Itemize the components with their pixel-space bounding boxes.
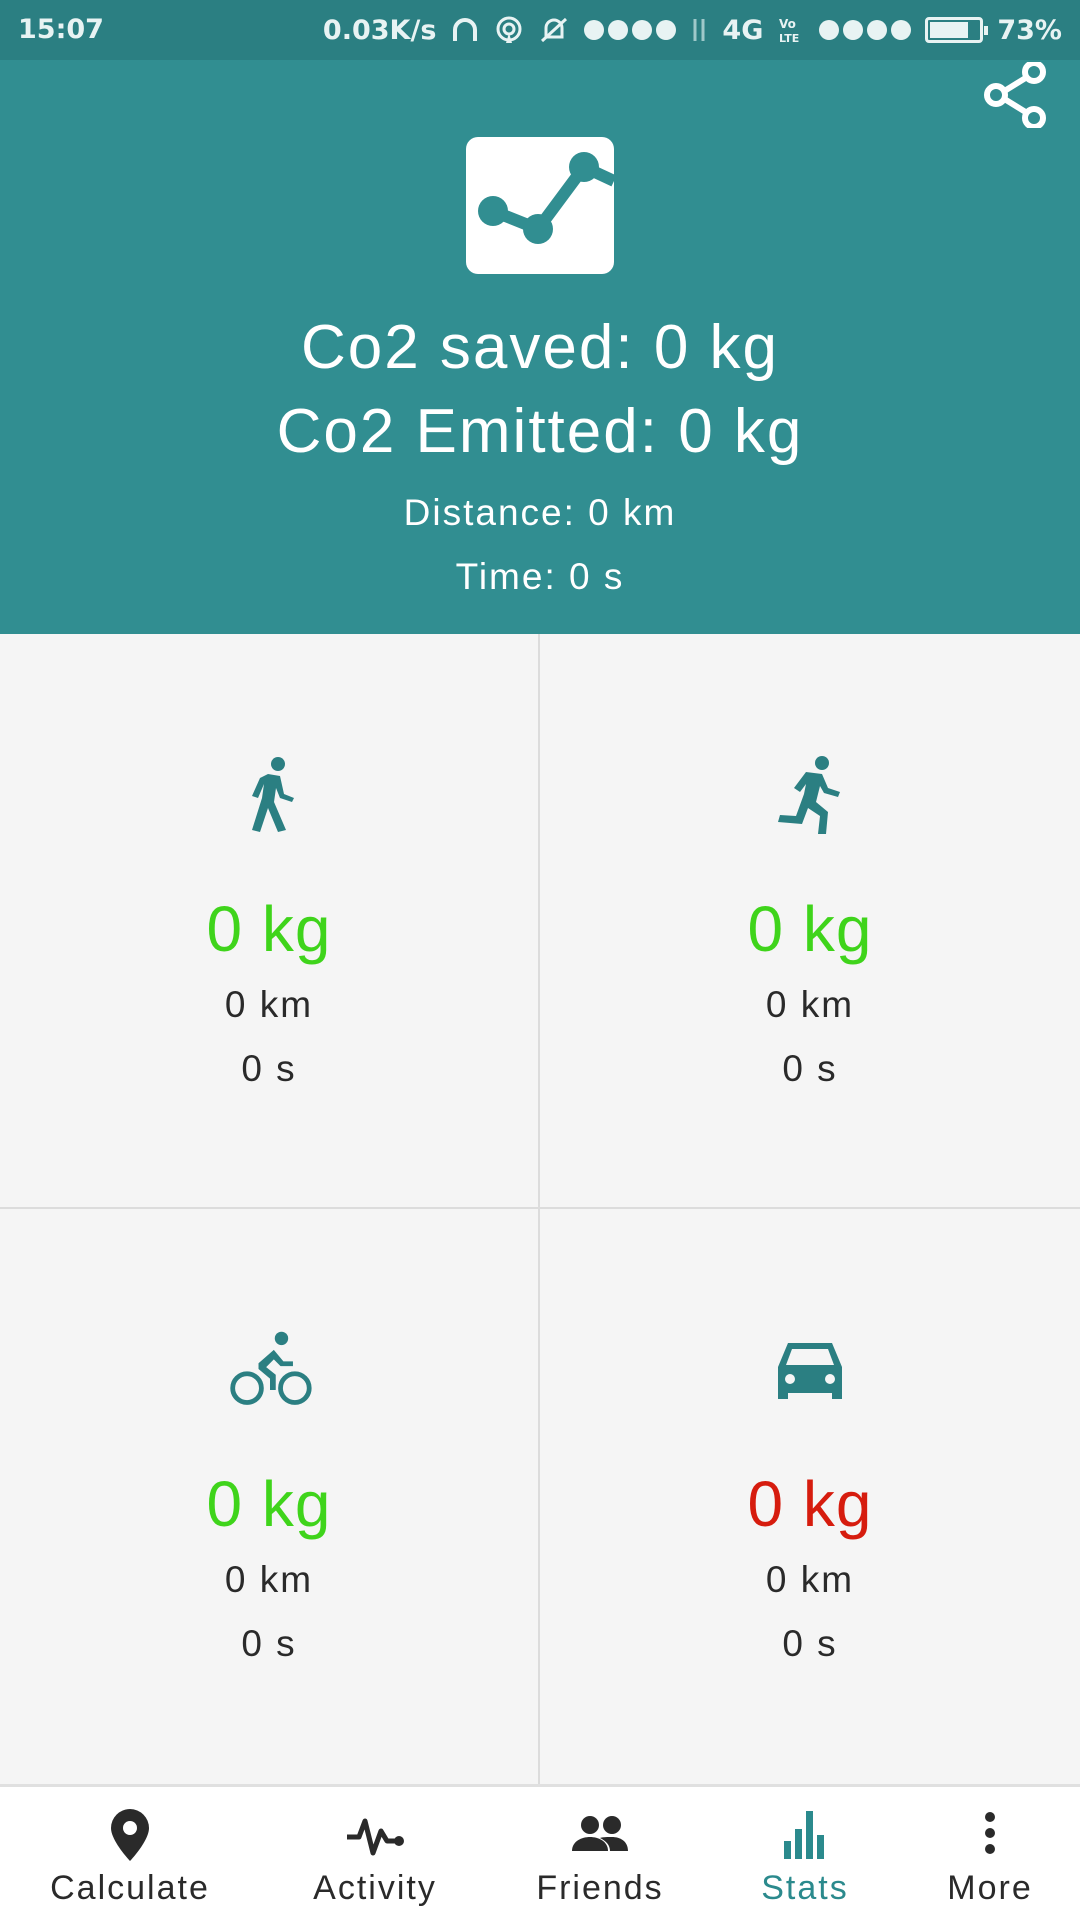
time-run: 0 s <box>782 1048 838 1089</box>
co2-saved-total: Co2 saved: 0 kg <box>300 313 780 382</box>
walk-icon <box>252 757 294 832</box>
status-time: 15:07 <box>18 14 104 45</box>
nav-stats[interactable]: Stats <box>710 1787 900 1920</box>
time-car: 0 s <box>782 1623 838 1664</box>
pulse-icon <box>347 1818 404 1856</box>
distance-bike: 0 km <box>224 1559 314 1600</box>
distance-total: Distance: 0 km <box>403 492 677 533</box>
nav-activity[interactable]: Activity <box>260 1787 490 1920</box>
distance-run: 0 km <box>765 984 855 1025</box>
nav-label-friends: Friends <box>536 1869 664 1907</box>
battery-percent: 73% <box>997 14 1062 46</box>
bike-icon <box>230 1331 312 1405</box>
nav-more[interactable]: More <box>900 1787 1080 1920</box>
co2-walk: 0 kg <box>206 893 332 965</box>
mode-card-car[interactable]: 0 kg 0 km 0 s <box>540 1209 1080 1784</box>
co2-emitted-total: Co2 Emitted: 0 kg <box>276 397 804 466</box>
nav-label-calculate: Calculate <box>50 1869 210 1907</box>
more-vertical-icon <box>985 1812 995 1854</box>
stats-header: Co2 saved: 0 kg Co2 Emitted: 0 kg Distan… <box>0 60 1080 634</box>
svg-text:Vo: Vo <box>779 17 796 31</box>
people-icon <box>572 1816 628 1851</box>
co2-car: 0 kg <box>747 1468 873 1540</box>
nav-label-stats: Stats <box>761 1869 849 1907</box>
silent-icon <box>541 17 568 43</box>
headphones-icon <box>453 18 478 41</box>
transport-stats-grid: 0 kg 0 km 0 s 0 kg 0 km 0 s 0 kg 0 km 0 … <box>0 634 1080 1784</box>
time-walk: 0 s <box>241 1048 297 1089</box>
signal-strength-2-icon <box>819 20 912 40</box>
line-chart-icon <box>466 137 614 274</box>
signal-strength-icon <box>584 20 677 40</box>
bottom-navigation: Calculate Activity Friends Stats More <box>0 1784 1080 1920</box>
nav-label-activity: Activity <box>313 1869 437 1907</box>
distance-walk: 0 km <box>224 984 314 1025</box>
mode-card-bike[interactable]: 0 kg 0 km 0 s <box>0 1209 540 1784</box>
network-speed: 0.03K/s <box>322 14 437 46</box>
nav-calculate[interactable]: Calculate <box>0 1787 260 1920</box>
location-pin-icon <box>111 1809 149 1861</box>
share-icon[interactable] <box>978 62 1054 128</box>
network-type: 4G <box>722 14 764 46</box>
mode-card-walk[interactable]: 0 kg 0 km 0 s <box>0 634 540 1209</box>
car-icon <box>778 1343 842 1399</box>
data-transfer-icon <box>693 19 705 41</box>
bar-chart-icon <box>784 1811 824 1859</box>
co2-bike: 0 kg <box>206 1468 332 1540</box>
run-icon <box>778 756 840 834</box>
co2-run: 0 kg <box>747 893 873 965</box>
hotspot-icon <box>496 16 522 43</box>
nav-label-more: More <box>947 1869 1033 1907</box>
mode-card-run[interactable]: 0 kg 0 km 0 s <box>540 634 1080 1209</box>
status-indicators: 0.03K/s 4G Vo LTE 73% <box>323 12 1062 48</box>
time-bike: 0 s <box>241 1623 297 1664</box>
battery-icon <box>925 17 989 43</box>
time-total: Time: 0 s <box>455 556 625 597</box>
status-bar: 15:07 0.03K/s 4G Vo LTE 73% <box>0 0 1080 60</box>
volte-icon: VoLTE <box>779 17 799 45</box>
distance-car: 0 km <box>765 1559 855 1600</box>
svg-text:LTE: LTE <box>779 32 799 45</box>
nav-friends[interactable]: Friends <box>490 1787 710 1920</box>
